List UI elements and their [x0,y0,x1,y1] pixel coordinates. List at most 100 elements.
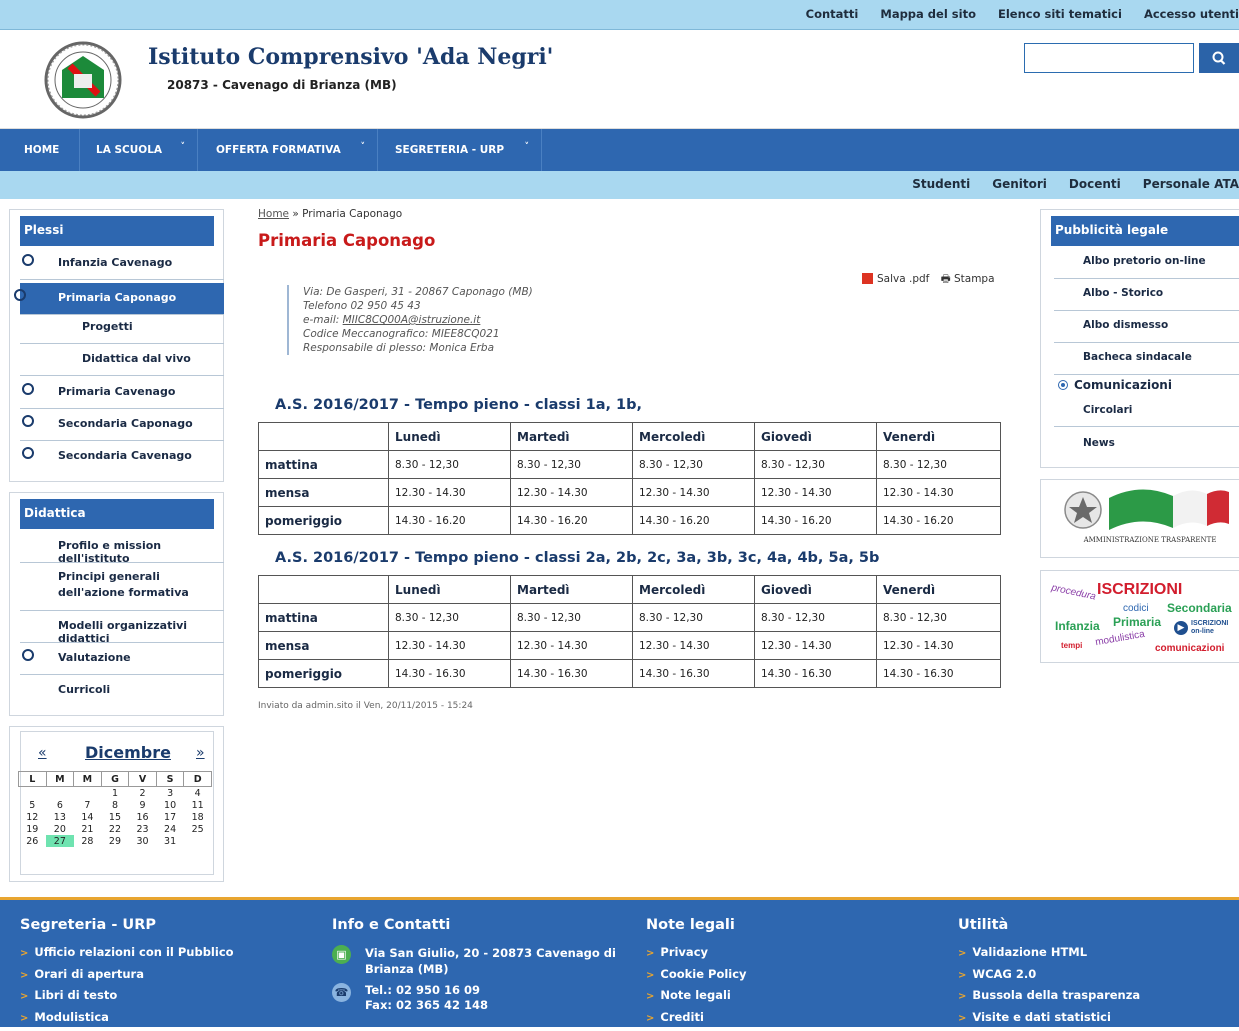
calendar-next-button[interactable]: » [196,745,205,761]
calendar-day[interactable]: 30 [129,835,157,847]
didattica-item-profilo[interactable]: Profilo e mission dell'istituto [20,531,224,563]
calendar-day[interactable]: 22 [101,823,129,835]
trasparente-banner[interactable]: AMMINISTRAZIONE TRASPARENTE [1040,479,1239,558]
didattica-item-label: Profilo e mission dell'istituto [58,539,224,565]
plessi-item-secondaria-caponago[interactable]: Secondaria Caponago [20,409,224,441]
footer-link-label: Privacy [660,945,708,959]
calendar-day[interactable]: 19 [19,823,47,835]
badge-line-2: on-line [1191,628,1228,636]
calendar-day[interactable]: 21 [74,823,102,835]
calendar-month[interactable]: Dicembre [68,743,188,762]
info-email-link[interactable]: MIIC8CQ00A@istruzione.it [343,314,481,326]
breadcrumb-home[interactable]: Home [258,208,289,220]
calendar-day[interactable]: 6 [46,799,74,811]
link-docenti[interactable]: Docenti [1069,177,1121,191]
nav-home-label: HOME [24,144,59,156]
footer-link-bussola[interactable]: >Bussola della trasparenza [958,988,1140,1010]
plessi-item-secondaria-cavenago[interactable]: Secondaria Cavenago [20,441,224,473]
didattica-item-modelli[interactable]: Modelli organizzativi didattici [20,611,224,643]
footer-link-modulistica[interactable]: >Modulistica [20,1010,234,1031]
calendar-day[interactable]: 18 [184,811,212,823]
didattica-item-curricoli[interactable]: Curricoli [20,675,224,707]
footer-link-orari[interactable]: >Orari di apertura [20,967,234,989]
calendar-day[interactable]: 1 [101,787,129,800]
schedule-row-label: mensa [259,479,389,507]
calendar-day[interactable]: 2 [129,787,157,800]
save-pdf-link[interactable]: Salva .pdf [862,273,929,285]
plessi-item-primaria-caponago[interactable]: Primaria Caponago [20,283,224,315]
calendar-day[interactable]: 16 [129,811,157,823]
calendar-day[interactable]: 13 [46,811,74,823]
calendar-day[interactable]: 5 [19,799,47,811]
footer-link-urp[interactable]: >Ufficio relazioni con il Pubblico [20,945,234,967]
search-button[interactable] [1199,43,1239,73]
map-pin-icon: ▣ [332,945,351,964]
nav-la-scuola[interactable]: LA SCUOLA˅ [80,129,198,171]
footer-link-validazione[interactable]: >Validazione HTML [958,945,1140,967]
nav-segreteria-urp[interactable]: SEGRETERIA - URP˅ [378,129,542,171]
plessi-subitem-didattica-dal-vivo[interactable]: Didattica dal vivo [20,344,224,376]
link-contatti[interactable]: Contatti [806,7,859,21]
link-mappa-sito[interactable]: Mappa del sito [880,7,976,21]
link-albo-storico[interactable]: Albo - Storico [1054,279,1239,311]
calendar-day[interactable]: 10 [156,799,184,811]
calendar-day[interactable]: 12 [19,811,47,823]
link-news[interactable]: News [1054,427,1239,459]
link-albo-pretorio[interactable]: Albo pretorio on-line [1054,247,1239,279]
footer-link-note-legali[interactable]: >Note legali [646,988,747,1010]
footer-link-statistiche[interactable]: >Visite e dati statistici [958,1010,1140,1031]
schedule2-title: A.S. 2016/2017 - Tempo pieno - classi 2a… [275,550,879,566]
footer-link-libri[interactable]: >Libri di testo [20,988,234,1010]
link-bacheca-sindacale[interactable]: Bacheca sindacale [1054,343,1239,375]
link-siti-tematici[interactable]: Elenco siti tematici [998,7,1122,21]
group-comunicazioni[interactable]: Comunicazioni [1054,375,1239,397]
link-albo-dismesso[interactable]: Albo dismesso [1054,311,1239,343]
calendar-day[interactable]: 23 [129,823,157,835]
calendar-prev-button[interactable]: « [38,745,47,761]
calendar-day[interactable]: 24 [156,823,184,835]
calendar-day[interactable]: 9 [129,799,157,811]
schedule-header-row: LunedìMartedìMercoledìGiovedìVenerdì [259,576,1001,604]
calendar-day[interactable]: 7 [74,799,102,811]
nav-home[interactable]: HOME [0,129,80,171]
footer-link-privacy[interactable]: > Privacy [646,945,747,967]
word-infanzia: Infanzia [1055,619,1100,633]
link-accesso-utenti[interactable]: Accesso utenti [1144,7,1239,21]
calendar-day[interactable]: 14 [74,811,102,823]
arrow-right-icon: > [646,948,654,959]
calendar-day[interactable]: 31 [156,835,184,847]
calendar-day[interactable]: 29 [101,835,129,847]
plessi-item-infanzia-cavenago[interactable]: Infanzia Cavenago [20,248,224,280]
calendar-day-today[interactable]: 27 [46,835,74,847]
school-logo[interactable] [40,40,126,120]
calendar-day[interactable]: 3 [156,787,184,800]
print-link[interactable]: 🖶 Stampa [941,273,995,285]
plessi-subitem-progetti[interactable]: Progetti [20,312,224,344]
calendar-day[interactable]: 20 [46,823,74,835]
link-studenti[interactable]: Studenti [912,177,970,191]
site-title[interactable]: Istituto Comprensivo 'Ada Negri' [148,44,553,70]
calendar-day[interactable]: 4 [184,787,212,800]
iscrizioni-banner[interactable]: ISCRIZIONI procedura codici Secondaria I… [1040,570,1239,663]
didattica-item-principi[interactable]: Principi generali dell'azione formativa [20,563,224,611]
calendar-day[interactable]: 15 [101,811,129,823]
link-personale-ata[interactable]: Personale ATA [1143,177,1239,191]
calendar-week: 262728293031 [19,835,212,847]
link-genitori[interactable]: Genitori [992,177,1047,191]
nav-offerta-formativa[interactable]: OFFERTA FORMATIVA˅ [198,129,378,171]
calendar-day[interactable]: 11 [184,799,212,811]
footer-link-wcag[interactable]: >WCAG 2.0 [958,967,1140,989]
calendar-day[interactable]: 8 [101,799,129,811]
audience-links: Studenti Genitori Docenti Personale ATA [890,177,1239,191]
didattica-item-valutazione[interactable]: Valutazione [20,643,224,675]
calendar-day[interactable]: 25 [184,823,212,835]
link-circolari[interactable]: Circolari [1054,397,1239,427]
search-input[interactable] [1024,43,1194,73]
calendar-day[interactable]: 17 [156,811,184,823]
calendar-day[interactable]: 26 [19,835,47,847]
calendar-day[interactable]: 28 [74,835,102,847]
footer-link-crediti[interactable]: >Crediti [646,1010,747,1031]
schedule-day-header: Lunedì [389,576,511,604]
plessi-item-primaria-cavenago[interactable]: Primaria Cavenago [20,377,224,409]
footer-link-cookie[interactable]: >Cookie Policy [646,967,747,989]
